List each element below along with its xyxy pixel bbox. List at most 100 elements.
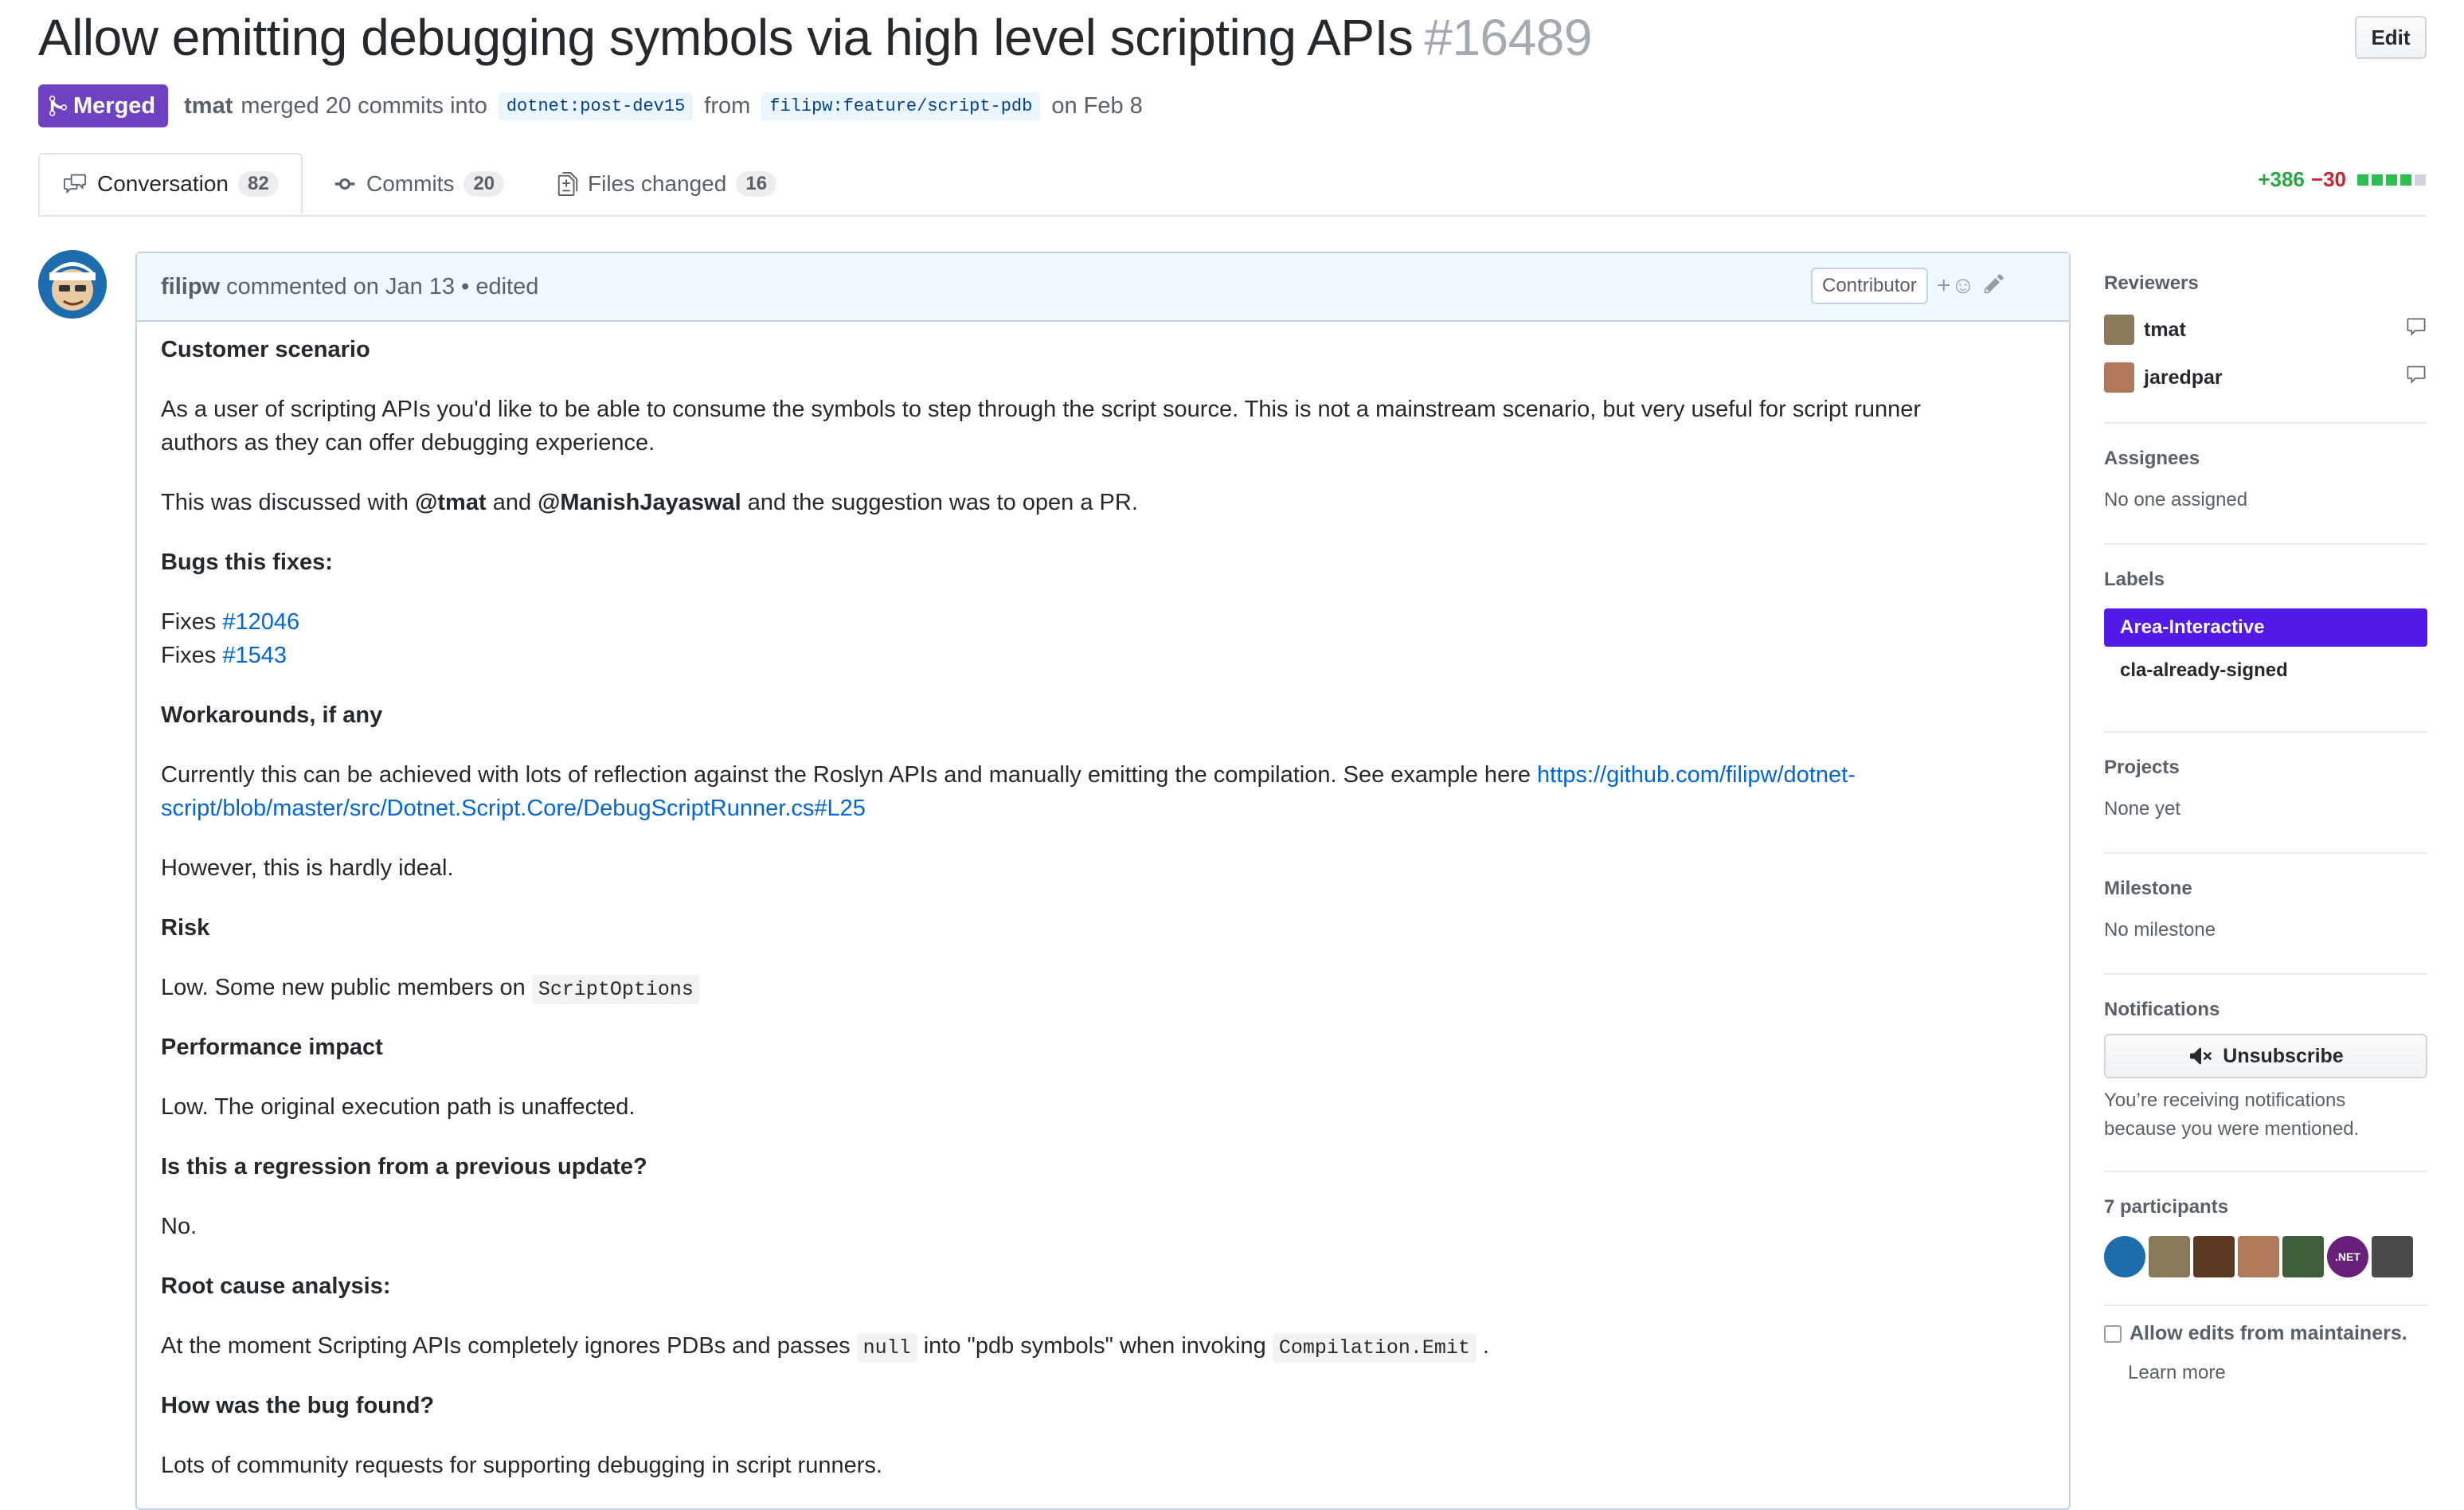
- comment-discussion-icon: [64, 174, 86, 194]
- heading-regression: Is this a regression from a previous upd…: [161, 1154, 647, 1179]
- allow-edits-checkbox[interactable]: [2104, 1324, 2122, 1343]
- diffstat-blocks: [2357, 174, 2426, 186]
- reviewer-name: jaredpar: [2144, 366, 2223, 389]
- avatar: [2104, 362, 2134, 393]
- code-compilation-emit: Compilation.Emit: [1272, 1333, 1476, 1363]
- reviewers-heading[interactable]: Reviewers: [2104, 272, 2199, 295]
- milestone-value: No milestone: [2104, 919, 2216, 941]
- diffstat-deletions: −30: [2310, 167, 2346, 191]
- projects-heading[interactable]: Projects: [2104, 757, 2180, 779]
- sidebar-projects: Projects None yet: [2104, 745, 2427, 854]
- tab-commits-count: 20: [463, 171, 505, 197]
- assignees-heading[interactable]: Assignees: [2104, 448, 2200, 470]
- performance-paragraph: Low. The original execution path is unaf…: [161, 1094, 636, 1120]
- tab-files-count: 16: [736, 171, 777, 197]
- issue-link-12046[interactable]: #12046: [222, 609, 299, 635]
- example-link-part-2[interactable]: script/blob/master/src/Dotnet.Script.Cor…: [161, 792, 866, 825]
- notification-reason-line-1: You’re receiving notifications: [2104, 1089, 2346, 1111]
- root-text-c: .: [1476, 1333, 1489, 1359]
- heading-performance: Performance impact: [161, 1035, 383, 1060]
- comment-icon: [2405, 365, 2427, 391]
- pr-title: Allow emitting debugging symbols via hig…: [38, 8, 1592, 67]
- avatar[interactable]: [2193, 1236, 2235, 1277]
- heading-customer-scenario: Customer scenario: [161, 337, 370, 362]
- discussed-paragraph: This was discussed with @tmat and @Manis…: [161, 486, 1138, 519]
- label-area-interactive[interactable]: Area-Interactive: [2104, 608, 2427, 647]
- avatar[interactable]: .NET: [2327, 1236, 2368, 1277]
- comment-icon: [2405, 317, 2427, 343]
- comment-timestamp[interactable]: commented on Jan 13 • edited: [226, 274, 538, 300]
- pr-title-text: Allow emitting debugging symbols via hig…: [38, 9, 1414, 66]
- diffstat: +386 −30: [2258, 167, 2426, 192]
- example-link-part-1[interactable]: https://github.com/filipw/dotnet-: [1537, 762, 1856, 788]
- comment-author[interactable]: filipw: [161, 274, 220, 300]
- label-cla-already-signed[interactable]: cla-already-signed: [2104, 651, 2427, 690]
- regression-paragraph: No.: [161, 1214, 198, 1239]
- fixes-line-1: Fixes #12046: [161, 605, 299, 639]
- code-scriptoptions: ScriptOptions: [531, 975, 700, 1004]
- reviewer-row[interactable]: jaredpar: [2104, 362, 2427, 393]
- root-text-a: At the moment Scripting APIs completely …: [161, 1333, 857, 1359]
- merged-status-badge: Merged: [38, 84, 169, 127]
- learn-more-link[interactable]: Learn more: [2128, 1359, 2226, 1387]
- risk-text: Low. Some new public members on: [161, 975, 532, 1000]
- tab-conversation-label: Conversation: [97, 171, 229, 196]
- mention-tmat[interactable]: @tmat: [415, 490, 487, 515]
- workaround-line-1: Currently this can be achieved with lots…: [161, 758, 1856, 792]
- unsubscribe-button[interactable]: Unsubscribe: [2104, 1034, 2427, 1078]
- avatar[interactable]: [2372, 1236, 2413, 1277]
- merged-status-label: Merged: [73, 92, 156, 119]
- merger-username[interactable]: tmat: [184, 93, 233, 119]
- sidebar-labels: Labels Area-Interactive cla-already-sign…: [2104, 557, 2427, 733]
- risk-paragraph: Low. Some new public members on ScriptOp…: [161, 971, 700, 1007]
- edit-pencil-icon[interactable]: [1983, 272, 2005, 301]
- pr-tabs: Conversation 82 Commits 20 Files changed…: [38, 153, 2426, 217]
- allow-edits-label: Allow edits from maintainers.: [2130, 1322, 2407, 1344]
- issue-link-1543[interactable]: #1543: [222, 643, 287, 668]
- from-text: from: [704, 92, 751, 119]
- contributor-badge: Contributor: [1811, 268, 1928, 304]
- sidebar-assignees: Assignees No one assigned: [2104, 436, 2427, 545]
- base-branch[interactable]: dotnet:post-dev15: [498, 92, 694, 120]
- edit-button[interactable]: Edit: [2355, 16, 2427, 59]
- milestone-heading[interactable]: Milestone: [2104, 878, 2192, 900]
- tab-commits-label: Commits: [366, 171, 455, 196]
- tab-conversation-count: 82: [237, 171, 279, 197]
- mention-manishjayaswal[interactable]: @ManishJayaswal: [538, 490, 741, 515]
- tab-commits[interactable]: Commits 20: [333, 153, 505, 215]
- avatar: [2104, 315, 2134, 345]
- unsubscribe-label: Unsubscribe: [2223, 1044, 2344, 1067]
- heading-bugs-fixes: Bugs this fixes:: [161, 550, 333, 575]
- tab-files-changed[interactable]: Files changed 16: [557, 153, 777, 215]
- add-reaction-icon[interactable]: +☺: [1937, 272, 1975, 299]
- pr-meta: Merged tmat merged 20 commits into dotne…: [38, 84, 1143, 127]
- however-paragraph: However, this is hardly ideal.: [161, 855, 454, 881]
- avatar[interactable]: [2238, 1236, 2279, 1277]
- reviewer-row[interactable]: tmat: [2104, 314, 2427, 346]
- scenario-paragraph-line-2: authors as they can offer debugging expe…: [161, 430, 655, 456]
- pr-description-comment: filipw commented on Jan 13 • edited Cont…: [135, 252, 2071, 1510]
- avatar[interactable]: [2104, 1236, 2145, 1277]
- merge-date: on Feb 8: [1051, 92, 1143, 119]
- fixes-line-2: Fixes #1543: [161, 639, 287, 672]
- sidebar-reviewers: Reviewers tmat jaredpar: [2104, 263, 2427, 424]
- sidebar-milestone: Milestone No milestone: [2104, 866, 2427, 975]
- participants-heading: 7 participants: [2104, 1196, 2229, 1218]
- scenario-paragraph-line-1: As a user of scripting APIs you'd like t…: [161, 397, 1922, 422]
- mute-icon: [2190, 1047, 2212, 1065]
- author-avatar[interactable]: [38, 250, 107, 319]
- diffstat-additions: +386: [2258, 167, 2305, 191]
- reviewer-name: tmat: [2144, 318, 2186, 341]
- projects-value: None yet: [2104, 798, 2181, 820]
- head-branch[interactable]: filipw:feature/script-pdb: [761, 92, 1041, 120]
- merge-icon: [49, 96, 67, 116]
- labels-heading[interactable]: Labels: [2104, 569, 2165, 591]
- heading-root-cause: Root cause analysis:: [161, 1273, 391, 1299]
- file-diff-icon: [557, 172, 578, 196]
- avatar[interactable]: [2149, 1236, 2190, 1277]
- participant-avatars: .NET: [2104, 1236, 2413, 1277]
- discussed-text-b: and: [486, 490, 538, 515]
- tab-conversation[interactable]: Conversation 82: [38, 153, 303, 215]
- root-cause-paragraph: At the moment Scripting APIs completely …: [161, 1329, 1489, 1365]
- avatar[interactable]: [2282, 1236, 2324, 1277]
